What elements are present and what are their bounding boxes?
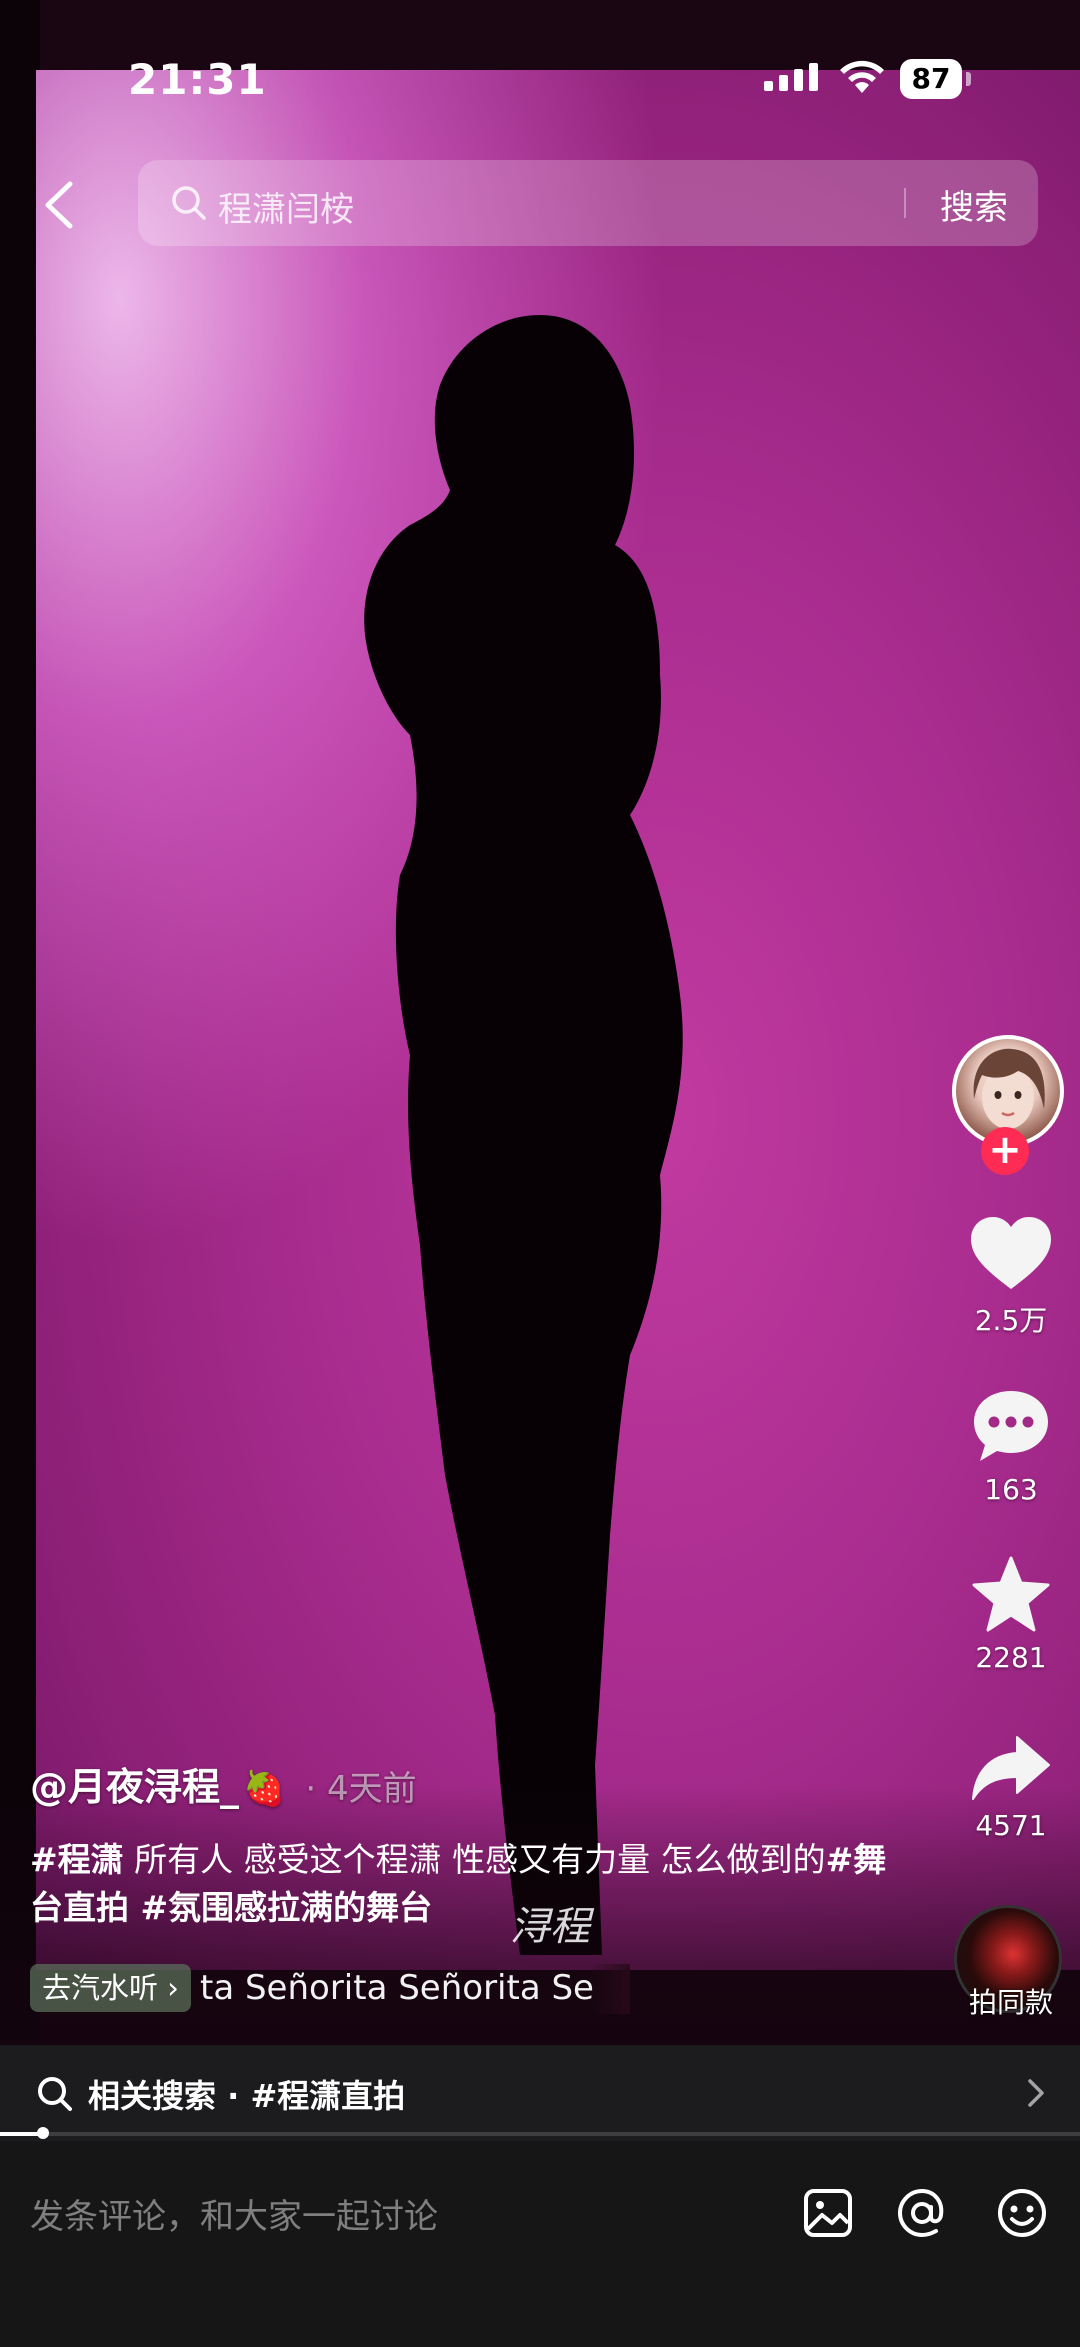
author-emoji: 🍓 (243, 1769, 286, 1809)
comment-bar: 发条评论，和大家一起讨论 (0, 2141, 1080, 2347)
remix-button[interactable]: 拍同款 (948, 1981, 1074, 2021)
search-query[interactable]: 程潇闫桉 (218, 182, 354, 231)
chevron-left-icon[interactable] (40, 180, 80, 230)
favorite-button[interactable]: 2281 (948, 1555, 1074, 1674)
battery-cap (966, 72, 971, 86)
favorite-count: 2281 (975, 1641, 1047, 1674)
like-button[interactable]: 2.5万 (948, 1215, 1074, 1339)
battery-indicator: 87 (900, 59, 962, 99)
search-button[interactable]: 搜索 (940, 180, 1008, 229)
video-progress-bar[interactable] (0, 2127, 1080, 2139)
author-line: @月夜浔程_ 🍓 · 4天前 (30, 1756, 417, 1811)
author-name[interactable]: @月夜浔程_ (30, 1765, 239, 1809)
share-arrow-icon (972, 1736, 1050, 1800)
at-icon[interactable] (894, 2185, 950, 2241)
share-button[interactable]: 4571 (948, 1735, 1074, 1842)
watermark-signature: 浔程 (510, 1904, 590, 1950)
smiley-icon[interactable] (994, 2185, 1050, 2241)
status-bar: 21:31 87 (0, 45, 1080, 115)
comment-button[interactable]: 163 (948, 1387, 1074, 1506)
comment-bubble-icon (974, 1391, 1048, 1461)
follow-button[interactable]: + (981, 1127, 1029, 1175)
share-count: 4571 (975, 1809, 1047, 1842)
music-app-chip[interactable]: 去汽水听 › (30, 1964, 191, 2012)
marquee-fade (590, 1964, 630, 2014)
dancer-silhouette (364, 315, 683, 1955)
like-count: 2.5万 (974, 1304, 1048, 1337)
wifi-icon (840, 60, 884, 93)
chevron-right-icon (1028, 2079, 1044, 2107)
hashtag-atmosphere[interactable]: #氛围感拉满的舞台 (129, 1888, 432, 1927)
search-icon (38, 2077, 72, 2111)
search-divider (904, 188, 906, 218)
star-icon (972, 1556, 1050, 1632)
post-time: · 4天前 (305, 1769, 417, 1809)
caption-text: 所有人 感受这个程潇 性感又有力量 怎么做到的 (123, 1840, 826, 1879)
related-search-bar[interactable]: 相关搜索 · #程潇直拍 (0, 2045, 1080, 2141)
related-search-label: 相关搜索 · #程潇直拍 (88, 2077, 406, 2115)
window-frame-edge (0, 0, 40, 2045)
comment-count: 163 (984, 1473, 1038, 1506)
music-row[interactable]: 去汽水听 › ta Señorita Señorita Se (30, 1964, 630, 2014)
music-title-marquee: ta Señorita Señorita Se (200, 1968, 594, 2008)
cellular-signal-icon (764, 63, 818, 91)
status-time: 21:31 (128, 55, 267, 104)
comment-input[interactable]: 发条评论，和大家一起讨论 (30, 2189, 438, 2238)
video-player[interactable] (0, 0, 1080, 2045)
search-bar[interactable]: 程潇闫桉 搜索 (138, 160, 1038, 246)
heart-icon (971, 1217, 1051, 1289)
post-caption: #程潇 所有人 感受这个程潇 性感又有力量 怎么做到的#舞台直拍 #氛围感拉满的… (30, 1836, 890, 1932)
search-icon (172, 186, 206, 220)
music-chip-label: 去汽水听 (42, 1971, 159, 2005)
hashtag-chengxiao[interactable]: #程潇 (30, 1840, 124, 1879)
image-icon[interactable] (800, 2185, 856, 2241)
